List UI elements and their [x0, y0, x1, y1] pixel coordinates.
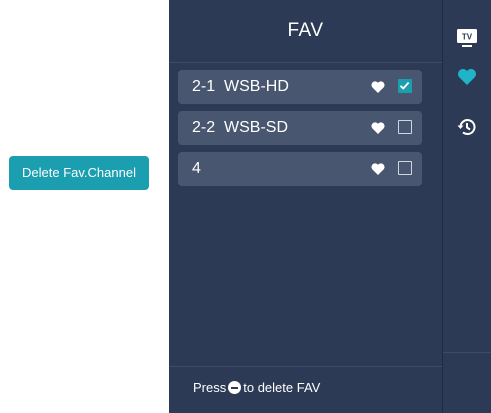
panel-title: FAV	[169, 0, 442, 63]
footer-hint: Press to delete FAV	[193, 380, 320, 395]
sidebar-item-history[interactable]	[443, 116, 491, 146]
channel-label: 2-1 WSB-HD	[192, 70, 289, 104]
channel-number: 2-2	[192, 119, 216, 136]
fav-panel: FAV 2-1 WSB-HD 2-2 WSB-SD 4 Press to del…	[169, 0, 442, 413]
channel-number: 2-1	[192, 78, 216, 95]
heart-icon	[458, 69, 476, 85]
channel-label: 4	[192, 152, 201, 186]
channel-item[interactable]: 4	[178, 152, 422, 186]
channel-checkbox[interactable]	[398, 120, 412, 134]
history-icon	[457, 119, 476, 136]
panel-footer: Press to delete FAV	[169, 366, 442, 413]
checkmark-icon	[399, 81, 410, 90]
channel-list: 2-1 WSB-HD 2-2 WSB-SD 4	[178, 70, 422, 193]
heart-icon	[371, 122, 385, 134]
channel-name: WSB-SD	[224, 119, 289, 136]
channel-item[interactable]: 2-1 WSB-HD	[178, 70, 422, 104]
channel-name: WSB-HD	[224, 78, 289, 95]
sidebar-item-favorites[interactable]	[443, 68, 491, 98]
heart-icon	[371, 81, 385, 93]
delete-fav-channel-callout: Delete Fav.Channel	[9, 156, 149, 190]
footer-suffix: to delete FAV	[243, 380, 321, 395]
menu-key-icon	[228, 381, 242, 394]
sidebar: TV	[443, 0, 491, 413]
footer-prefix: Press	[193, 380, 227, 395]
tv-icon: TV	[457, 29, 477, 47]
channel-number: 4	[192, 160, 201, 177]
sidebar-divider	[443, 352, 491, 353]
channel-item[interactable]: 2-2 WSB-SD	[178, 111, 422, 145]
tv-icon-label: TV	[462, 33, 473, 42]
heart-icon	[371, 163, 385, 175]
channel-checkbox[interactable]	[398, 161, 412, 175]
sidebar-item-tv[interactable]: TV	[443, 28, 491, 58]
channel-checkbox[interactable]	[398, 79, 412, 93]
channel-label: 2-2 WSB-SD	[192, 111, 288, 145]
